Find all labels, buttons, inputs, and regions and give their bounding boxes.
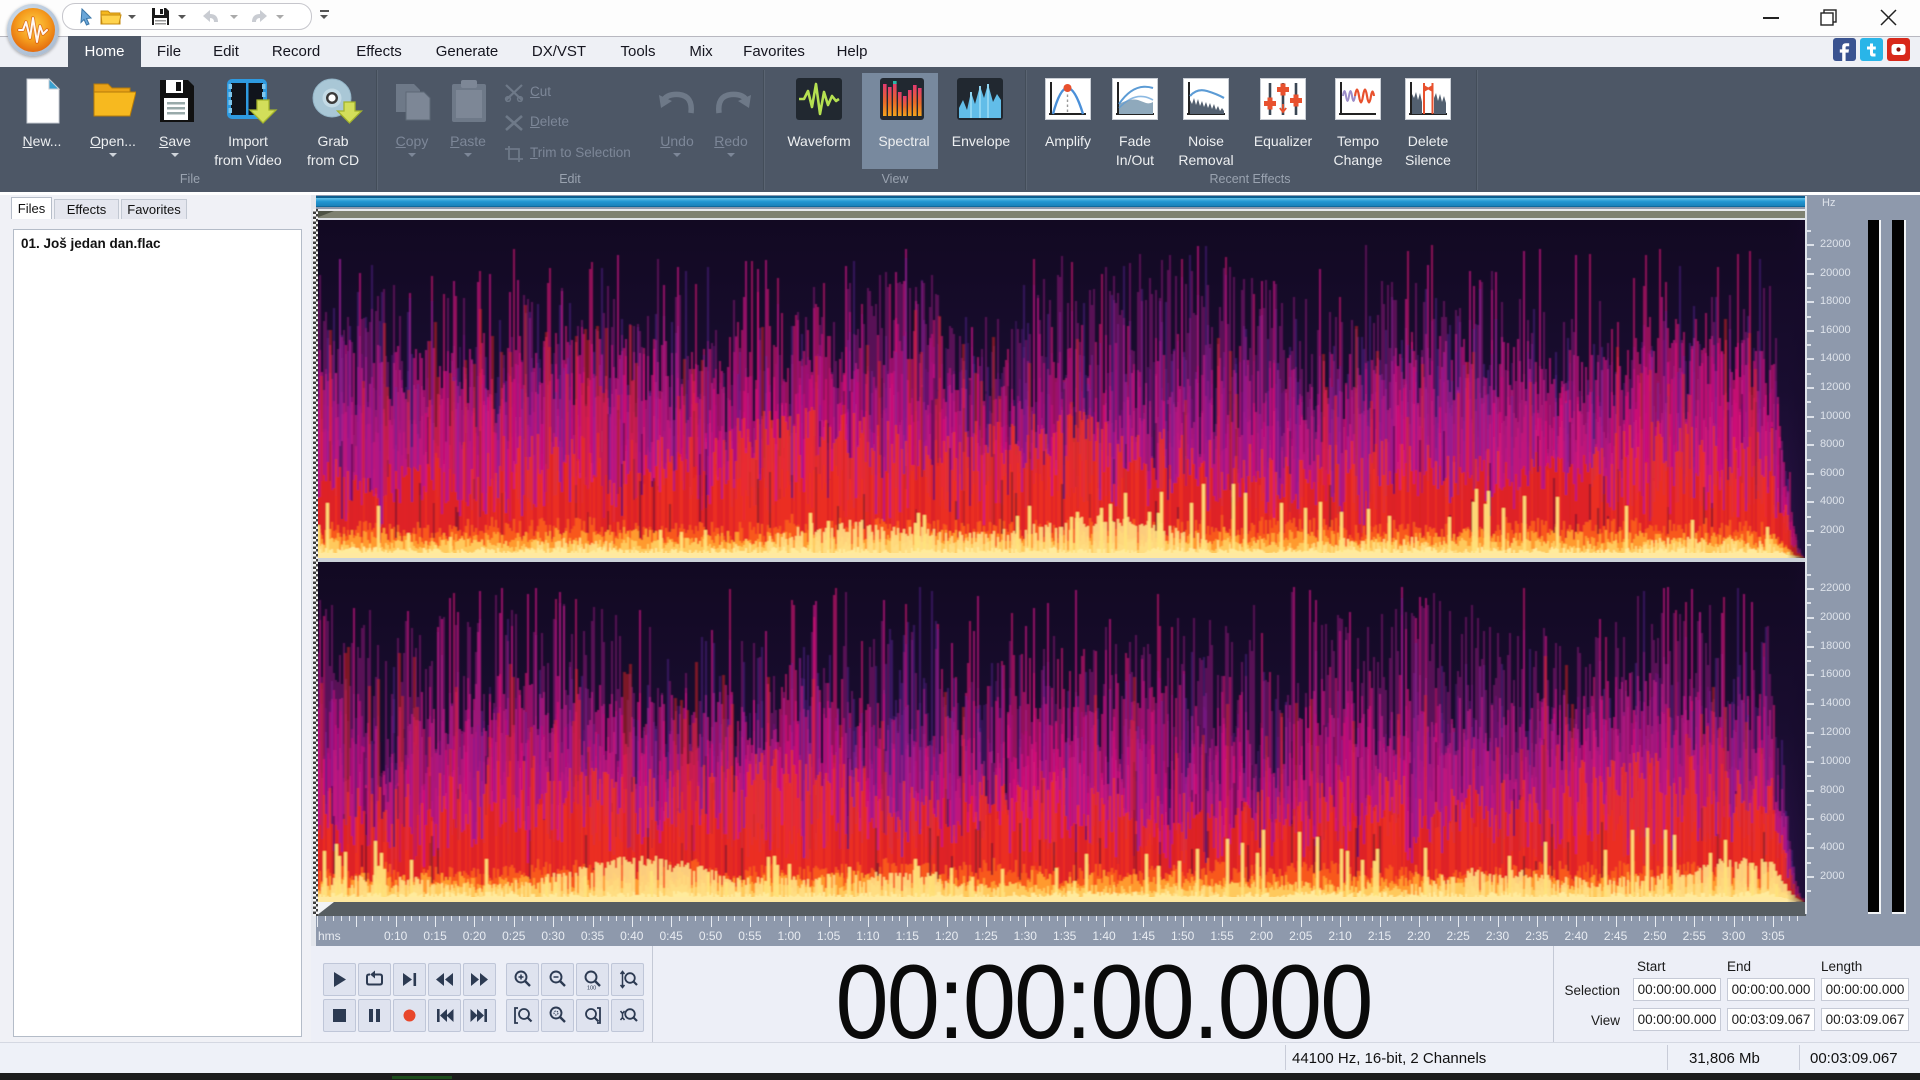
svg-text:100: 100 [587, 986, 596, 991]
